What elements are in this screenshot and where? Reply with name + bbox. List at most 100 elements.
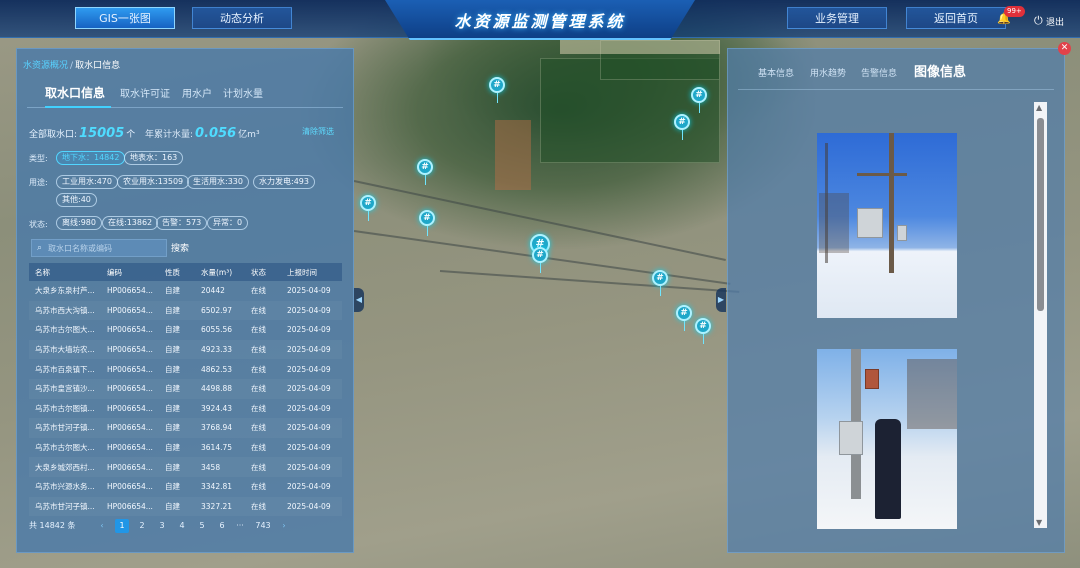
table-cell: 3458 — [195, 457, 245, 477]
chip-other[interactable]: 其他:40 — [56, 193, 97, 207]
tab-water-user[interactable]: 用水户 — [182, 85, 212, 100]
breadcrumb-water-overview[interactable]: 水资源概况 — [23, 61, 68, 71]
search-box: ⌕ — [31, 239, 167, 257]
table-row[interactable]: 乌苏市古尔图大... HP006654... 自建 3614.75 在线 2025-04-… — [29, 438, 342, 458]
water-intake-marker[interactable]: # — [691, 87, 707, 113]
scroll-down-icon[interactable]: ▼ — [1036, 518, 1042, 527]
pager-page-4[interactable]: 4 — [175, 519, 189, 533]
pager-page-last[interactable]: 743 — [253, 519, 273, 533]
logout-button[interactable]: 退出 — [1046, 15, 1064, 28]
water-intake-marker[interactable]: # — [652, 270, 668, 296]
collapse-right-icon[interactable]: ▶ — [716, 288, 726, 312]
site-photo-1[interactable] — [817, 133, 957, 318]
col-code[interactable]: 编码 — [101, 263, 159, 281]
water-intake-marker[interactable]: # — [417, 159, 433, 185]
col-nature[interactable]: 性质 — [159, 263, 195, 281]
table-cell: 6502.97 — [195, 300, 245, 321]
table-cell: 乌苏市兴源水务... — [35, 482, 95, 492]
chip-surface-water[interactable]: 地表水：163 — [124, 151, 184, 165]
table-cell: 2025-04-09 — [281, 339, 342, 360]
pager-next[interactable]: › — [277, 519, 291, 533]
clear-filter-link[interactable]: 清除筛选 — [302, 126, 334, 137]
table-row[interactable]: 乌苏市甘河子镇... HP006654... 自建 3327.21 在线 2025-04-… — [29, 496, 342, 517]
table-cell: 2025-04-09 — [281, 378, 342, 399]
search-button[interactable]: 搜索 — [171, 241, 189, 254]
table-row[interactable]: 乌苏市古尔图大... HP006654... 自建 6055.56 在线 2025-04-… — [29, 320, 342, 340]
water-intake-marker[interactable]: # — [360, 195, 376, 221]
table-row[interactable]: 乌苏市甘河子镇... HP006654... 自建 3768.94 在线 2025-04-… — [29, 418, 342, 438]
table-cell: HP006654... — [107, 364, 153, 374]
total-intakes: 全部取水口: 15005 个 — [29, 126, 136, 141]
pager-page-2[interactable]: 2 — [135, 519, 149, 533]
breadcrumb-intake-info: 取水口信息 — [75, 61, 121, 71]
nav-back-home[interactable]: 返回首页 — [906, 7, 1006, 29]
table-cell: 2025-04-09 — [287, 482, 331, 492]
tab-planned-volume[interactable]: 计划水量 — [223, 85, 263, 100]
col-name[interactable]: 名称 — [29, 263, 101, 281]
tab-usage-trend[interactable]: 用水趋势 — [810, 66, 846, 79]
chip-domestic[interactable]: 生活用水:330 — [187, 175, 249, 189]
type-filter-label: 类型: — [29, 154, 48, 163]
table-cell: 4923.33 — [195, 339, 245, 360]
status-filter-label: 状态: — [29, 220, 48, 229]
water-intake-marker[interactable]: # — [676, 305, 692, 331]
col-status[interactable]: 状态 — [245, 263, 281, 281]
water-intake-marker[interactable]: # — [532, 247, 548, 273]
pager-ellipsis[interactable]: ··· — [233, 519, 247, 533]
chip-offline[interactable]: 离线:980 — [56, 216, 102, 230]
tab-intake-info[interactable]: 取水口信息 — [45, 84, 105, 101]
pager-page-1[interactable]: 1 — [115, 519, 129, 533]
water-intake-marker[interactable]: # — [419, 210, 435, 236]
table-cell: 3768.94 — [195, 418, 245, 438]
table-cell: 自建 — [165, 325, 180, 335]
image-scrollbar[interactable]: ▲ ▼ — [1034, 102, 1047, 528]
nav-dynamic-analysis[interactable]: 动态分析 — [192, 7, 292, 29]
chip-groundwater[interactable]: 地下水：14842 — [56, 151, 126, 165]
search-input[interactable] — [48, 242, 164, 255]
col-volume[interactable]: 水量(m³) — [195, 263, 245, 281]
col-report-time[interactable]: 上报时间 — [281, 263, 342, 281]
water-intake-marker[interactable]: # — [489, 77, 505, 103]
table-cell: 乌苏市大墙坊农... — [29, 339, 101, 360]
table-row[interactable]: 大泉乡东泉村芦... HP006654... 自建 20442 在线 2025-04-09 — [29, 281, 342, 301]
power-icon[interactable]: ⏻ — [1034, 14, 1043, 28]
table-row[interactable]: 乌苏市皇宫镇沙... HP006654... 自建 4498.88 在线 2025-04-… — [29, 378, 342, 399]
pager-page-3[interactable]: 3 — [155, 519, 169, 533]
chip-industrial[interactable]: 工业用水:470 — [56, 175, 118, 189]
tab-alarm-info[interactable]: 告警信息 — [861, 66, 897, 79]
pager-prev[interactable]: ‹ — [95, 519, 109, 533]
table-row[interactable]: 乌苏市大墙坊农... HP006654... 自建 4923.33 在线 2025-04-… — [29, 339, 342, 360]
chip-agricultural[interactable]: 农业用水:13509 — [117, 175, 190, 189]
photo-person — [875, 419, 901, 519]
tab-active-indicator — [45, 106, 111, 108]
table-row[interactable]: 乌苏市古尔图镇... HP006654... 自建 3924.43 在线 2025-04-… — [29, 399, 342, 419]
table-cell: 自建 — [159, 496, 195, 517]
chip-hydropower[interactable]: 水力发电:493 — [253, 175, 315, 189]
annual-volume: 年累计水量: 0.056 亿m³ — [145, 126, 260, 141]
chip-alarm[interactable]: 告警：573 — [156, 216, 208, 230]
scroll-up-icon[interactable]: ▲ — [1036, 103, 1042, 112]
table-row[interactable]: 乌苏市兴源水务... HP006654... 自建 3342.81 在线 2025-04-… — [29, 477, 342, 497]
table-cell: 乌苏市古尔图大... — [35, 443, 95, 453]
chip-abnormal[interactable]: 异常：0 — [207, 216, 249, 230]
table-row[interactable]: 大泉乡城郊西村... HP006654... 自建 3458 在线 2025-04-09 — [29, 457, 342, 477]
pager-page-5[interactable]: 5 — [195, 519, 209, 533]
collapse-left-icon[interactable]: ◀ — [354, 288, 364, 312]
pager-page-6[interactable]: 6 — [215, 519, 229, 533]
nav-gis-map[interactable]: GIS一张图 — [75, 7, 175, 29]
site-photo-2[interactable] — [817, 349, 957, 529]
tab-water-permit[interactable]: 取水许可证 — [120, 85, 170, 100]
table-row[interactable]: 乌苏市西大沟镇... HP006654... 自建 6502.97 在线 2025-04-… — [29, 300, 342, 321]
top-header: GIS一张图 动态分析 水资源监测管理系统 业务管理 返回首页 🔔 99+ ⏻ … — [0, 0, 1080, 40]
tab-basic-info[interactable]: 基本信息 — [758, 66, 794, 79]
table-row[interactable]: 乌苏市百泉镇下... HP006654... 自建 4862.53 在线 2025-04-… — [29, 359, 342, 379]
water-intake-marker[interactable]: # — [695, 318, 711, 344]
scroll-thumb[interactable] — [1037, 118, 1044, 311]
table-cell: 在线 — [245, 378, 281, 399]
tab-image-info[interactable]: 图像信息 — [914, 61, 966, 80]
close-icon[interactable]: ✕ — [1058, 42, 1071, 55]
water-intake-marker[interactable]: # — [674, 114, 690, 140]
chip-online[interactable]: 在线:13862 — [102, 216, 159, 230]
table-cell: 3327.21 — [195, 496, 245, 517]
nav-business-management[interactable]: 业务管理 — [787, 7, 887, 29]
